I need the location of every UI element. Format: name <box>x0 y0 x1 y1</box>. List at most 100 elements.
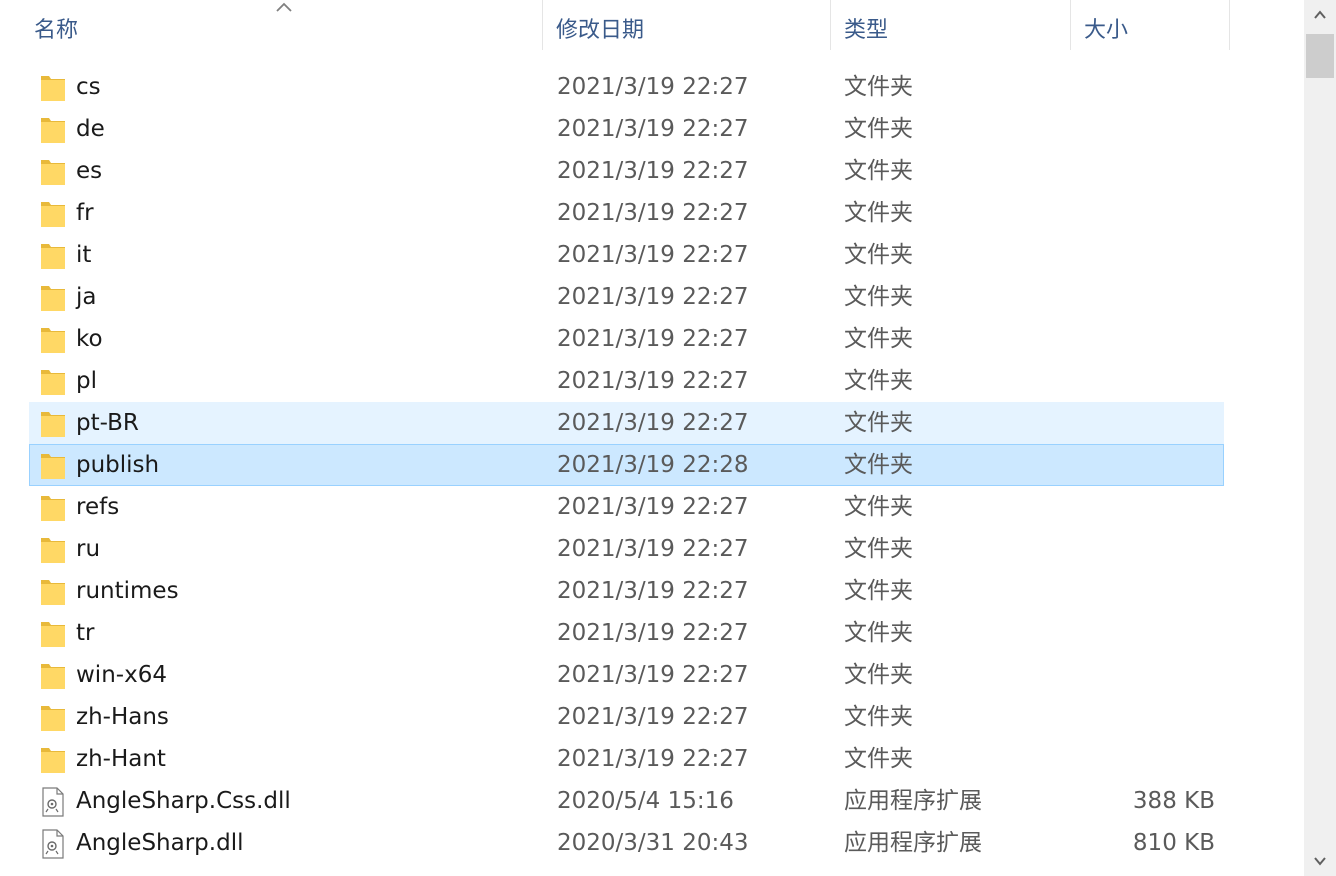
sort-ascending-icon <box>276 2 292 12</box>
file-modified-date: 2020/3/31 20:43 <box>557 830 749 856</box>
column-header-bar: 名称 修改日期 类型 大小 <box>0 0 1304 56</box>
table-row[interactable]: de 2021/3/19 22:27 文件夹 <box>29 108 1224 150</box>
file-modified-date: 2021/3/19 22:27 <box>557 578 749 604</box>
file-size: 810 KB <box>1132 830 1215 856</box>
file-type: 文件夹 <box>844 536 913 562</box>
table-row[interactable]: it 2021/3/19 22:27 文件夹 <box>29 234 1224 276</box>
vertical-scrollbar[interactable] <box>1304 0 1336 876</box>
table-row[interactable]: pt-BR 2021/3/19 22:27 文件夹 <box>29 402 1224 444</box>
file-modified-date: 2021/3/19 22:27 <box>557 746 749 772</box>
file-name: runtimes <box>76 578 179 604</box>
file-name: de <box>76 116 105 142</box>
table-row[interactable]: AngleSharp.Css.dll 2020/5/4 15:16 应用程序扩展 38… <box>29 780 1224 822</box>
file-type: 文件夹 <box>844 452 913 478</box>
table-row[interactable]: publish 2021/3/19 22:28 文件夹 <box>29 444 1224 486</box>
file-modified-date: 2020/5/4 15:16 <box>557 788 734 814</box>
file-type: 文件夹 <box>844 746 913 772</box>
table-row[interactable]: AngleSharp.dll 2020/3/31 20:43 应用程序扩展 810 K… <box>29 822 1224 864</box>
file-modified-date: 2021/3/19 22:27 <box>557 74 749 100</box>
file-type: 文件夹 <box>844 200 913 226</box>
file-modified-date: 2021/3/19 22:27 <box>557 704 749 730</box>
table-row[interactable]: tr 2021/3/19 22:27 文件夹 <box>29 612 1224 654</box>
folder-icon <box>40 703 66 733</box>
folder-icon <box>40 451 66 481</box>
column-header-type[interactable]: 类型 <box>844 0 1066 56</box>
file-size: 388 KB <box>1132 788 1215 814</box>
table-row[interactable]: ko 2021/3/19 22:27 文件夹 <box>29 318 1224 360</box>
file-type: 文件夹 <box>844 662 913 688</box>
file-name: it <box>76 242 92 268</box>
file-type: 文件夹 <box>844 410 913 436</box>
file-type: 文件夹 <box>844 284 913 310</box>
column-divider[interactable] <box>830 0 831 50</box>
folder-icon <box>40 745 66 775</box>
file-name: pl <box>76 368 97 394</box>
folder-icon <box>40 241 66 271</box>
file-name: win-x64 <box>76 662 167 688</box>
column-header-modified[interactable]: 修改日期 <box>556 0 826 56</box>
file-type: 文件夹 <box>844 620 913 646</box>
file-name: refs <box>76 494 120 520</box>
file-type: 应用程序扩展 <box>844 788 982 814</box>
column-header-name-label: 名称 <box>34 18 79 43</box>
column-header-type-label: 类型 <box>844 18 889 43</box>
file-modified-date: 2021/3/19 22:28 <box>557 452 749 478</box>
folder-icon <box>40 283 66 313</box>
file-name: cs <box>76 74 101 100</box>
table-row[interactable]: ja 2021/3/19 22:27 文件夹 <box>29 276 1224 318</box>
scroll-up-arrow-icon[interactable] <box>1304 0 1336 30</box>
table-row[interactable]: win-x64 2021/3/19 22:27 文件夹 <box>29 654 1224 696</box>
folder-icon <box>40 115 66 145</box>
file-name: zh-Hant <box>76 746 166 772</box>
file-name: pt-BR <box>76 410 139 436</box>
folder-icon <box>40 73 66 103</box>
table-row[interactable]: zh-Hant 2021/3/19 22:27 文件夹 <box>29 738 1224 780</box>
column-header-size[interactable]: 大小 <box>1084 0 1224 56</box>
file-name: ja <box>76 284 97 310</box>
table-row[interactable]: es 2021/3/19 22:27 文件夹 <box>29 150 1224 192</box>
folder-icon <box>40 367 66 397</box>
file-modified-date: 2021/3/19 22:27 <box>557 158 749 184</box>
column-divider[interactable] <box>1229 0 1230 50</box>
file-modified-date: 2021/3/19 22:27 <box>557 620 749 646</box>
file-type: 文件夹 <box>844 116 913 142</box>
file-modified-date: 2021/3/19 22:27 <box>557 326 749 352</box>
table-row[interactable]: runtimes 2021/3/19 22:27 文件夹 <box>29 570 1224 612</box>
table-row[interactable]: pl 2021/3/19 22:27 文件夹 <box>29 360 1224 402</box>
dll-file-icon <box>40 787 66 817</box>
file-modified-date: 2021/3/19 22:27 <box>557 242 749 268</box>
file-modified-date: 2021/3/19 22:27 <box>557 662 749 688</box>
scroll-down-arrow-icon[interactable] <box>1304 846 1336 876</box>
file-modified-date: 2021/3/19 22:27 <box>557 494 749 520</box>
file-modified-date: 2021/3/19 22:27 <box>557 368 749 394</box>
file-type: 文件夹 <box>844 368 913 394</box>
table-row[interactable]: fr 2021/3/19 22:27 文件夹 <box>29 192 1224 234</box>
file-type: 文件夹 <box>844 704 913 730</box>
column-header-modified-label: 修改日期 <box>556 18 645 43</box>
file-name: ko <box>76 326 103 352</box>
scrollbar-thumb[interactable] <box>1306 34 1334 78</box>
folder-icon <box>40 535 66 565</box>
file-modified-date: 2021/3/19 22:27 <box>557 200 749 226</box>
file-type: 文件夹 <box>844 578 913 604</box>
folder-icon <box>40 493 66 523</box>
table-row[interactable]: zh-Hans 2021/3/19 22:27 文件夹 <box>29 696 1224 738</box>
folder-icon <box>40 325 66 355</box>
table-row[interactable]: refs 2021/3/19 22:27 文件夹 <box>29 486 1224 528</box>
table-row[interactable]: ru 2021/3/19 22:27 文件夹 <box>29 528 1224 570</box>
file-modified-date: 2021/3/19 22:27 <box>557 536 749 562</box>
file-modified-date: 2021/3/19 22:27 <box>557 116 749 142</box>
table-row[interactable]: cs 2021/3/19 22:27 文件夹 <box>29 66 1224 108</box>
dll-file-icon <box>40 829 66 859</box>
folder-icon <box>40 577 66 607</box>
folder-icon <box>40 157 66 187</box>
file-type: 文件夹 <box>844 494 913 520</box>
file-modified-date: 2021/3/19 22:27 <box>557 284 749 310</box>
column-divider[interactable] <box>542 0 543 50</box>
file-name: publish <box>76 452 160 478</box>
file-name: zh-Hans <box>76 704 169 730</box>
folder-icon <box>40 409 66 439</box>
column-divider[interactable] <box>1070 0 1071 50</box>
file-name: es <box>76 158 103 184</box>
column-header-size-label: 大小 <box>1084 18 1129 43</box>
